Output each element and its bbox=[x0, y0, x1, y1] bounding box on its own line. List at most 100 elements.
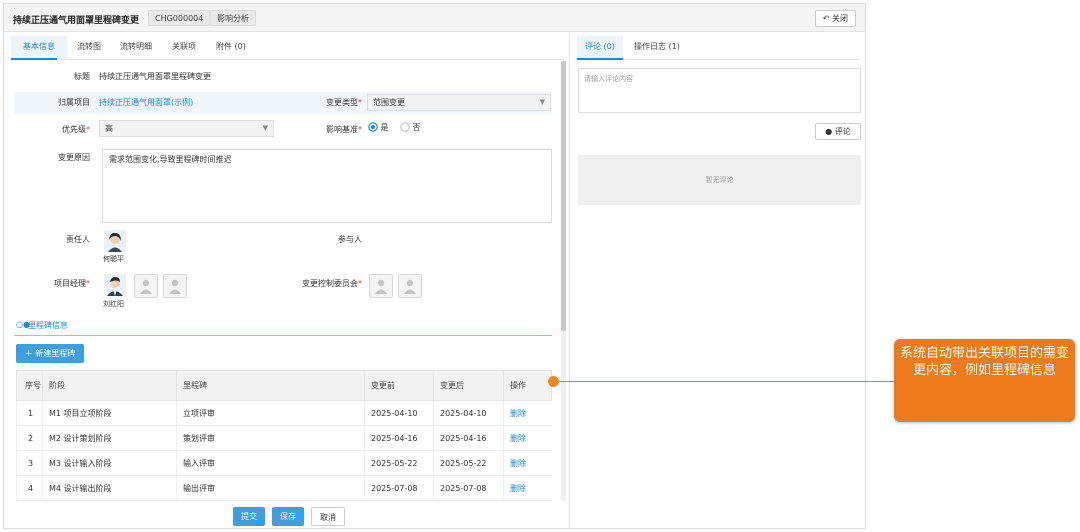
callout-anchor-dot bbox=[548, 376, 559, 387]
baseline-yes-radio[interactable]: 是 bbox=[368, 122, 389, 133]
priority-label: 优先级* bbox=[62, 125, 90, 134]
radio-unchecked-icon bbox=[400, 122, 410, 132]
user-placeholder-icon bbox=[404, 279, 416, 294]
tab-attachments[interactable]: 附件 (0) bbox=[216, 41, 246, 52]
column-header: 变更后 bbox=[433, 370, 504, 401]
impact-analysis-button[interactable]: 影响分析 bbox=[210, 10, 256, 26]
title-value: 持续正压通气用面罩里程碑变更 bbox=[99, 72, 211, 81]
column-header: 变更前 bbox=[364, 370, 434, 401]
comment-input[interactable]: 请输入评论内容 bbox=[578, 68, 861, 113]
active-tab-underline bbox=[577, 58, 623, 60]
table-row: 1 M1 项目立项阶段 立项评审 2025-04-10 2025-04-10 删… bbox=[16, 400, 552, 426]
baseline-yes-label: 是 bbox=[380, 123, 389, 132]
reason-textarea[interactable]: 需求范围变化,导致里程碑时间推迟 bbox=[102, 149, 552, 223]
tab-bar: 基本信息 流转图 流转明细 关联项 附件 (0) bbox=[11, 36, 564, 60]
milestone-section-title: 里程碑信息 bbox=[28, 321, 68, 330]
ccb-label: 变更控制委员会* bbox=[302, 279, 362, 288]
milestone-cell: 输入评审 bbox=[176, 450, 365, 476]
project-link[interactable]: 持续正压通气用面罩(示例) bbox=[99, 97, 193, 108]
change-type-select[interactable]: 范围变更 ▼ bbox=[367, 94, 551, 111]
milestone-table: 序号 阶段 里程碑 变更前 变更后 操作 1 M1 项目立项阶段 立项评审 20… bbox=[16, 370, 552, 501]
close-button[interactable]: ↶ 关闭 bbox=[814, 10, 856, 27]
comment-button-label: 评论 bbox=[834, 127, 851, 136]
chevron-down-icon: ▼ bbox=[539, 98, 545, 106]
after-date-cell[interactable]: 2025-04-16 bbox=[433, 425, 504, 451]
before-date-cell: 2025-07-08 bbox=[364, 475, 434, 501]
table-row: 3 M3 设计输入阶段 输入评审 2025-05-22 2025-05-22 删… bbox=[16, 450, 552, 476]
save-button[interactable]: 保存 bbox=[272, 507, 304, 526]
priority-select[interactable]: 高 ▼ bbox=[99, 120, 274, 137]
tab-flow-chart[interactable]: 流转图 bbox=[77, 41, 101, 52]
add-ccb-placeholder[interactable] bbox=[398, 274, 422, 298]
submit-button[interactable]: 提交 bbox=[233, 507, 265, 526]
baseline-no-label: 否 bbox=[412, 123, 421, 132]
column-header: 阶段 bbox=[42, 370, 177, 401]
tab-related-items[interactable]: 关联项 bbox=[172, 41, 196, 52]
project-label: 归属项目 bbox=[58, 98, 90, 107]
tab-comments[interactable]: 评论 (0) bbox=[585, 41, 615, 52]
table-row: 4 M4 设计输出阶段 输出评审 2025-07-08 2025-07-08 删… bbox=[16, 475, 552, 501]
column-header: 序号 bbox=[16, 370, 43, 401]
column-header: 里程碑 bbox=[176, 370, 365, 401]
table-header-row: 序号 阶段 里程碑 变更前 变更后 操作 bbox=[16, 370, 552, 401]
header-bar: 持续正压通气用面罩里程碑变更 CHG000004 影响分析 ↶ 关闭 bbox=[4, 4, 865, 32]
plus-icon: ＋ bbox=[24, 349, 36, 358]
change-code-badge: CHG000004 bbox=[148, 10, 211, 26]
user-placeholder-icon bbox=[140, 279, 152, 294]
row-number: 4 bbox=[16, 475, 43, 501]
page-title: 持续正压通气用面罩里程碑变更 bbox=[13, 16, 140, 26]
owner-avatar[interactable] bbox=[104, 230, 126, 252]
comment-button[interactable]: ● 评论 bbox=[815, 123, 861, 140]
change-window: 持续正压通气用面罩里程碑变更 CHG000004 影响分析 ↶ 关闭 基本信息 … bbox=[3, 3, 866, 529]
delete-link[interactable]: 删除 bbox=[503, 475, 552, 501]
baseline-label: 影响基准* bbox=[326, 125, 362, 134]
owner-name: 何聪平 bbox=[103, 255, 124, 263]
back-arrow-icon: ↶ bbox=[822, 14, 832, 23]
delete-link[interactable]: 删除 bbox=[503, 400, 552, 426]
before-date-cell: 2025-05-22 bbox=[364, 450, 434, 476]
add-pm-placeholder[interactable] bbox=[134, 274, 158, 298]
milestone-cell: 输出评审 bbox=[176, 475, 365, 501]
change-type-value: 范围变更 bbox=[373, 98, 405, 107]
tab-flow-details[interactable]: 流转明细 bbox=[120, 41, 152, 52]
after-date-cell[interactable]: 2025-07-08 bbox=[433, 475, 504, 501]
comment-tabs: 评论 (0) 操作日志 (1) bbox=[577, 36, 860, 60]
phase-cell: M2 设计策划阶段 bbox=[42, 425, 177, 451]
priority-value: 高 bbox=[105, 124, 113, 133]
cancel-button[interactable]: 取消 bbox=[311, 507, 345, 526]
add-pm-placeholder[interactable] bbox=[163, 274, 187, 298]
after-date-cell[interactable]: 2025-05-22 bbox=[433, 450, 504, 476]
chevron-down-icon: ▼ bbox=[262, 124, 268, 132]
after-date-cell[interactable]: 2025-04-10 bbox=[433, 400, 504, 426]
phase-cell: M3 设计输入阶段 bbox=[42, 450, 177, 476]
close-label: 关闭 bbox=[832, 14, 848, 23]
scrollbar-thumb[interactable] bbox=[561, 61, 566, 331]
before-date-cell: 2025-04-16 bbox=[364, 425, 434, 451]
tab-basic-info[interactable]: 基本信息 bbox=[23, 41, 55, 52]
new-milestone-button[interactable]: ＋ 新建里程碑 bbox=[16, 344, 84, 363]
section-divider bbox=[14, 335, 552, 336]
row-number: 2 bbox=[16, 425, 43, 451]
delete-link[interactable]: 删除 bbox=[503, 425, 552, 451]
column-header: 操作 bbox=[503, 370, 552, 401]
baseline-no-radio[interactable]: 否 bbox=[400, 122, 421, 133]
left-scrollbar[interactable] bbox=[561, 61, 566, 501]
user-placeholder-icon bbox=[375, 279, 387, 294]
comment-panel: 评论 (0) 操作日志 (1) 请输入评论内容 ● 评论 暂无评论 bbox=[569, 33, 865, 529]
change-type-label: 变更类型* bbox=[326, 98, 362, 107]
row-number: 1 bbox=[16, 400, 43, 426]
user-placeholder-icon bbox=[169, 279, 181, 294]
callout-connector bbox=[554, 381, 894, 382]
delete-link[interactable]: 删除 bbox=[503, 450, 552, 476]
owner-label: 责任人 bbox=[66, 235, 90, 244]
participants-label: 参与人 bbox=[338, 235, 362, 244]
empty-comments-message: 暂无评论 bbox=[578, 155, 861, 205]
add-ccb-placeholder[interactable] bbox=[369, 274, 393, 298]
tab-operation-log[interactable]: 操作日志 (1) bbox=[634, 41, 680, 52]
callout-box: 系统自动带出关联项目的需变更内容，例如里程碑信息 bbox=[894, 339, 1075, 422]
chat-bubble-icon: ● bbox=[825, 127, 835, 136]
before-date-cell: 2025-04-10 bbox=[364, 400, 434, 426]
milestone-cell: 策划评审 bbox=[176, 425, 365, 451]
pm-avatar[interactable] bbox=[104, 274, 126, 296]
active-tab-underline bbox=[11, 58, 57, 60]
